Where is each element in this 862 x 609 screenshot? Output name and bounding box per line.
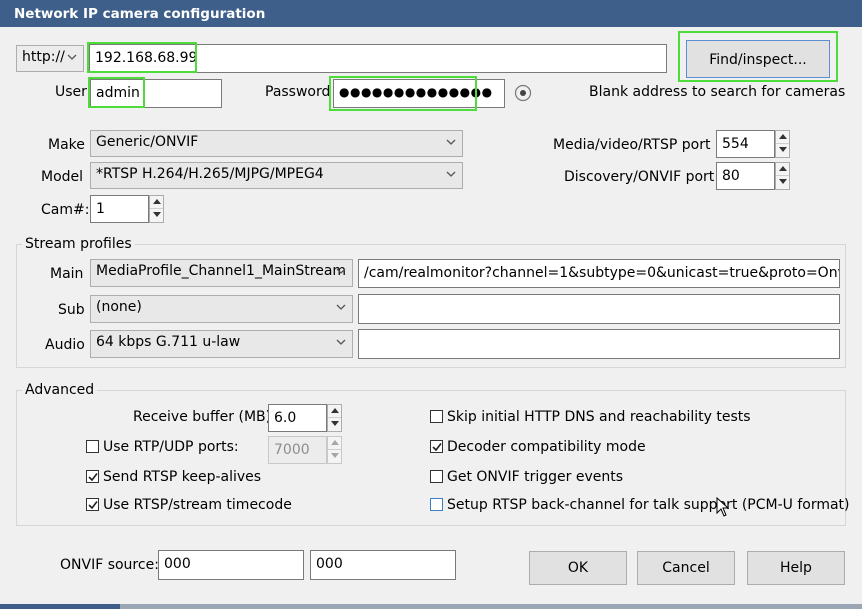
- model-label: Model: [41, 169, 84, 185]
- model-select[interactable]: *RTSP H.264/H.265/MJPG/MPEG4: [90, 162, 463, 189]
- receive-buffer-label: Receive buffer (MB): [133, 409, 272, 425]
- audio-profile-label: Audio: [45, 337, 85, 353]
- rtp-udp-label: Use RTP/UDP ports:: [103, 439, 239, 455]
- cam-number-spinner[interactable]: [149, 195, 164, 223]
- spin-up-icon[interactable]: [150, 196, 163, 209]
- media-port-spinner[interactable]: [775, 130, 790, 158]
- chevron-down-icon: [336, 337, 346, 347]
- discovery-port-spinner[interactable]: [775, 162, 790, 190]
- onvif-source-input-2[interactable]: 000: [310, 550, 456, 580]
- make-value: Generic/ONVIF: [96, 134, 199, 150]
- find-inspect-button[interactable]: Find/inspect...: [686, 40, 830, 78]
- chevron-down-icon: [446, 169, 456, 179]
- onvif-trigger-checkbox[interactable]: [430, 470, 443, 483]
- spin-down-icon[interactable]: [776, 176, 789, 189]
- backchannel-checkbox[interactable]: [430, 498, 443, 511]
- timecode-label: Use RTSP/stream timecode: [103, 497, 292, 513]
- skip-dns-checkbox[interactable]: [430, 410, 443, 423]
- sub-profile-select[interactable]: (none): [90, 295, 353, 323]
- audio-path-input[interactable]: [358, 329, 840, 359]
- spin-down-icon[interactable]: [776, 144, 789, 157]
- rtp-udp-port-spinner: [327, 436, 342, 464]
- chevron-down-icon: [336, 302, 346, 312]
- spin-up-icon[interactable]: [776, 163, 789, 176]
- audio-profile-select[interactable]: 64 kbps G.711 u-law: [90, 330, 353, 358]
- skip-dns-label: Skip initial HTTP DNS and reachability t…: [447, 409, 751, 425]
- decoder-compat-label: Decoder compatibility mode: [447, 439, 646, 455]
- sub-profile-value: (none): [96, 299, 142, 315]
- onvif-source-input-1[interactable]: 000: [158, 550, 304, 580]
- audio-profile-value: 64 kbps G.711 u-law: [96, 334, 241, 350]
- onvif-trigger-label: Get ONVIF trigger events: [447, 469, 623, 485]
- receive-buffer-spinner[interactable]: [327, 404, 342, 432]
- eye-icon[interactable]: [512, 84, 534, 102]
- cam-number-input[interactable]: 1: [90, 195, 149, 223]
- spin-down-icon[interactable]: [328, 418, 341, 431]
- spin-down-icon[interactable]: [150, 209, 163, 222]
- window-bottom-edge: [0, 604, 862, 609]
- check-icon: [88, 472, 98, 482]
- stream-profiles-title: Stream profiles: [22, 236, 135, 252]
- main-profile-label: Main: [50, 266, 84, 282]
- receive-buffer-input[interactable]: 6.0: [268, 404, 327, 432]
- chevron-down-icon: [67, 52, 77, 62]
- chevron-down-icon: [446, 137, 456, 147]
- main-profile-select[interactable]: MediaProfile_Channel1_MainStream: [90, 259, 353, 287]
- main-profile-value: MediaProfile_Channel1_MainStream: [96, 263, 347, 279]
- sub-path-input[interactable]: [358, 294, 840, 324]
- check-icon: [88, 500, 98, 510]
- sub-profile-label: Sub: [58, 302, 85, 318]
- keepalive-checkbox[interactable]: [86, 470, 99, 483]
- user-input[interactable]: admin: [90, 79, 222, 108]
- model-value: *RTSP H.264/H.265/MJPG/MPEG4: [96, 166, 324, 182]
- timecode-checkbox[interactable]: [86, 498, 99, 511]
- spin-up-icon[interactable]: [328, 405, 341, 418]
- discovery-port-label: Discovery/ONVIF port: [564, 169, 715, 185]
- make-label: Make: [48, 137, 85, 153]
- make-select[interactable]: Generic/ONVIF: [90, 130, 463, 157]
- spin-up-icon: [328, 437, 341, 450]
- onvif-source-label: ONVIF source:: [60, 557, 159, 573]
- window-title: Network IP camera configuration: [0, 0, 862, 27]
- user-label: User: [55, 84, 87, 100]
- advanced-title: Advanced: [22, 382, 98, 398]
- rtp-udp-checkbox[interactable]: [86, 440, 99, 453]
- media-port-label: Media/video/RTSP port: [553, 137, 711, 153]
- cancel-button[interactable]: Cancel: [637, 551, 735, 585]
- spin-down-icon: [328, 450, 341, 463]
- check-icon: [432, 442, 442, 452]
- blank-address-hint: Blank address to search for cameras: [589, 84, 846, 100]
- help-button[interactable]: Help: [747, 551, 845, 585]
- decoder-compat-checkbox[interactable]: [430, 440, 443, 453]
- chevron-down-icon: [336, 266, 346, 276]
- main-path-input[interactable]: /cam/realmonitor?channel=1&subtype=0&uni…: [358, 259, 840, 288]
- mouse-cursor-icon: [716, 497, 730, 517]
- discovery-port-input[interactable]: 80: [716, 162, 775, 190]
- spin-up-icon[interactable]: [776, 131, 789, 144]
- address-input[interactable]: 192.168.68.99: [89, 44, 667, 73]
- rtp-udp-port-input: 7000: [268, 436, 327, 464]
- password-label: Password: [265, 84, 331, 100]
- protocol-select[interactable]: http://: [16, 45, 84, 72]
- backchannel-label: Setup RTSP back-channel for talk support…: [447, 497, 850, 513]
- keepalive-label: Send RTSP keep-alives: [103, 469, 262, 485]
- media-port-input[interactable]: 554: [716, 130, 775, 158]
- cam-number-label: Cam#:: [41, 202, 90, 218]
- password-input[interactable]: ●●●●●●●●●●●●●●: [333, 79, 505, 108]
- protocol-value: http://: [22, 49, 65, 65]
- ok-button[interactable]: OK: [529, 551, 627, 585]
